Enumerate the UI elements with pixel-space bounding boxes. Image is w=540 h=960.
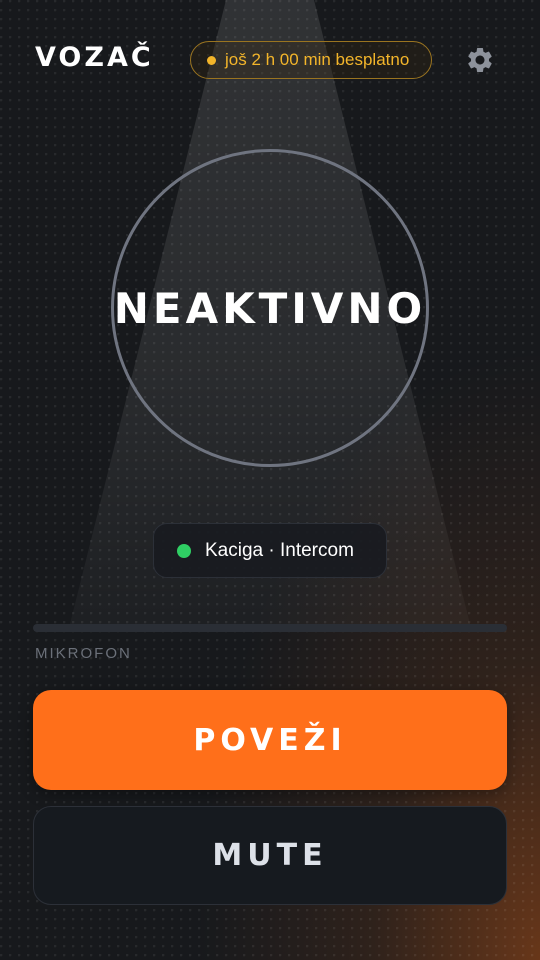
- device-connected-dot: [177, 543, 191, 558]
- device-label: Kaciga · Intercom: [205, 539, 354, 561]
- gear-icon: [468, 47, 492, 72]
- microphone-label: MIKROFON: [35, 645, 132, 662]
- connect-button-label: POVEŽI: [193, 722, 347, 758]
- trial-badge-text: još 2 h 00 min besplatno: [225, 50, 410, 69]
- status-label: NEAKTIVNO: [113, 283, 427, 333]
- top-bar: VOZAČ još 2 h 00 min besplatno: [0, 0, 540, 120]
- status-indicator-ring: NEAKTIVNO: [111, 149, 429, 467]
- mute-button-label: MUTE: [212, 838, 328, 873]
- trial-status-dot: [207, 55, 216, 65]
- settings-button[interactable]: [462, 42, 498, 78]
- trial-badge: još 2 h 00 min besplatno: [190, 41, 432, 79]
- microphone-level-meter: [33, 624, 507, 632]
- connect-button[interactable]: POVEŽI: [33, 690, 507, 790]
- device-chip[interactable]: Kaciga · Intercom: [153, 523, 387, 578]
- mute-button[interactable]: MUTE: [33, 806, 507, 905]
- app-title: VOZAČ: [35, 42, 154, 73]
